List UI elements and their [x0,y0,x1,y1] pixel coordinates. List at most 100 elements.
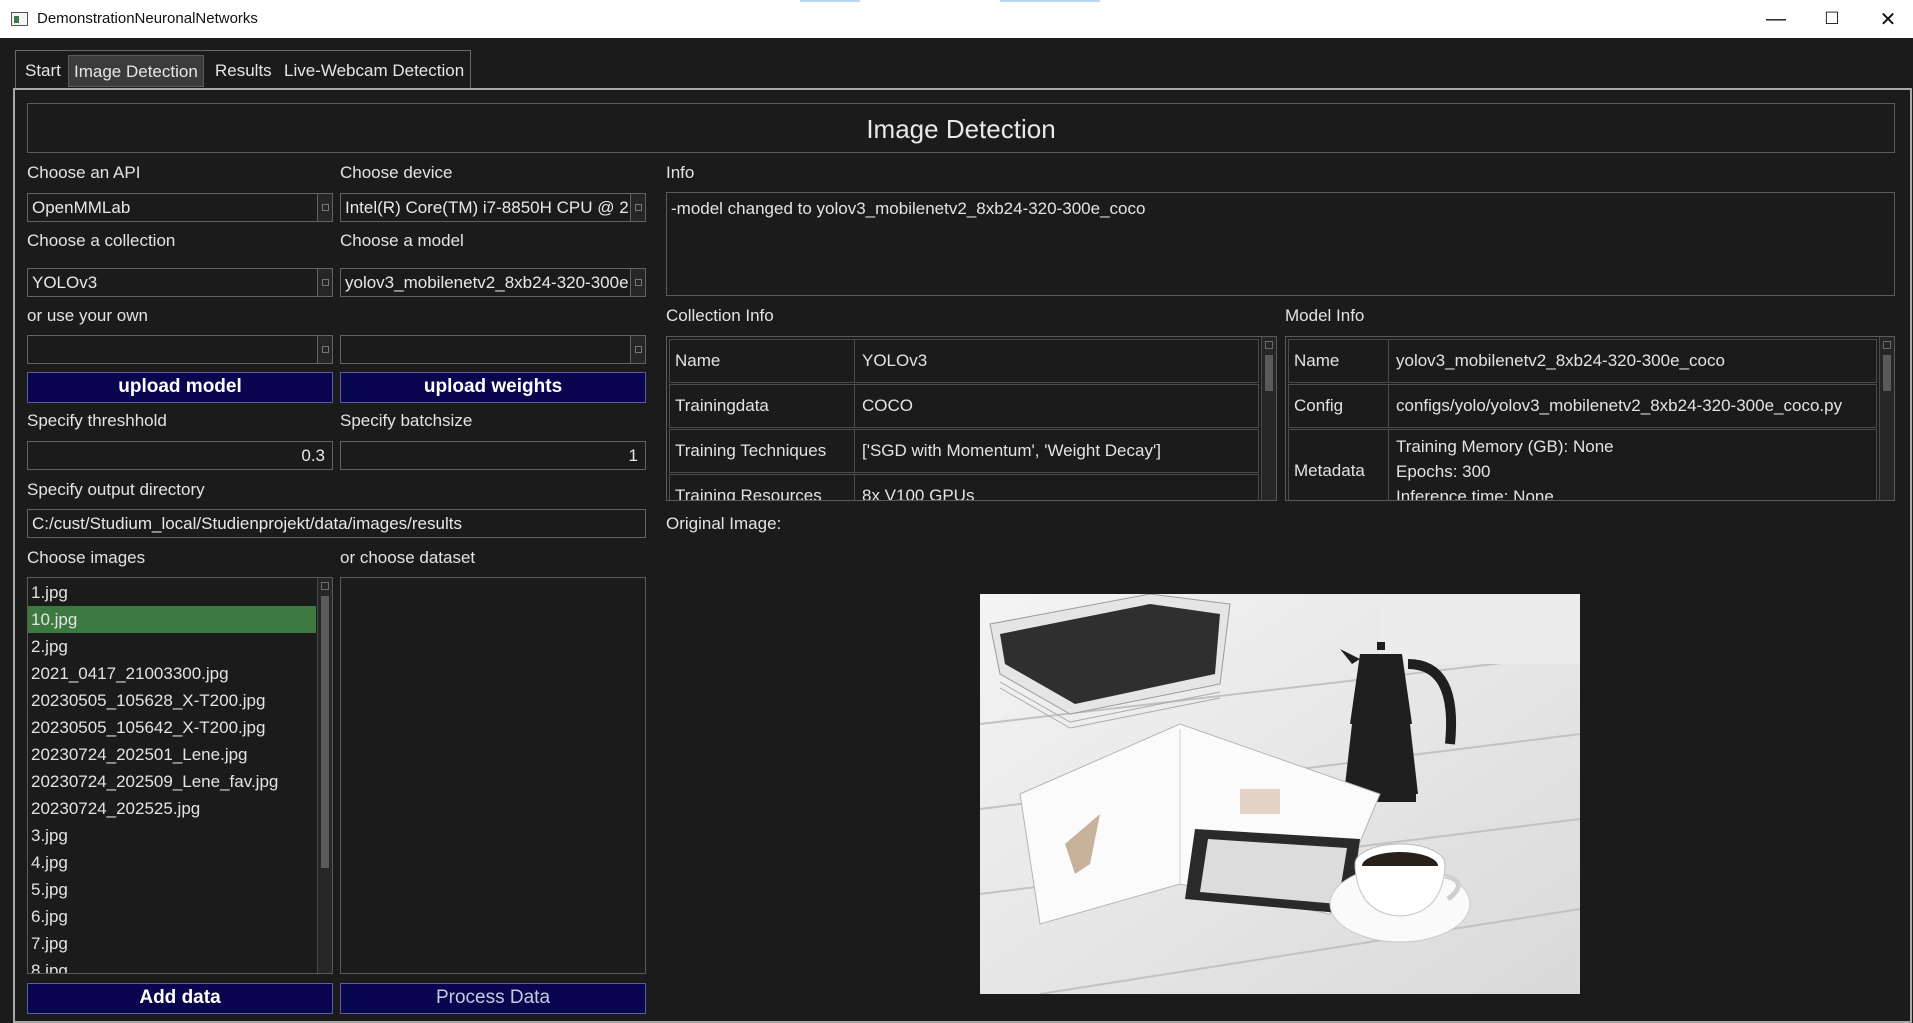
images-label: Choose images [27,548,146,567]
table-row: Name yolov3_mobilenetv2_8xb24-320-300e_c… [1288,339,1877,383]
model-select-value: yolov3_mobilenetv2_8xb24-320-300e [345,273,629,292]
title-accent-strip [1000,0,1100,2]
original-image-label: Original Image: [666,514,782,533]
close-icon[interactable]: ✕ [1860,0,1913,38]
api-select[interactable]: OpenMMLab [27,193,333,222]
list-item[interactable]: 20230505_105642_X-T200.jpg [28,714,316,741]
device-select[interactable]: Intel(R) Core(TM) i7-8850H CPU @ 2 [340,193,646,222]
images-list[interactable]: 1.jpg 10.jpg 2.jpg 2021_0417_21003300.jpg 20… [27,577,333,974]
model-info-table: Name yolov3_mobilenetv2_8xb24-320-300e_c… [1285,336,1895,501]
list-item[interactable]: 2.jpg [28,633,316,660]
api-select-value: OpenMMLab [32,198,131,217]
tab-start[interactable]: Start [20,55,66,87]
list-item[interactable]: 1.jpg [28,579,316,606]
collection-select[interactable]: YOLOv3 [27,268,333,297]
list-item[interactable]: 6.jpg [28,903,316,930]
dataset-list[interactable] [340,577,646,974]
images-list-items: 1.jpg 10.jpg 2.jpg 2021_0417_21003300.jpg 20… [28,579,316,973]
collection-info-scrollbar[interactable] [1261,337,1276,500]
scroll-thumb[interactable] [321,596,329,868]
images-scrollbar[interactable] [317,578,332,973]
dropdown-arrow-icon[interactable] [317,269,332,296]
table-row: Config configs/yolo/yolov3_mobilenetv2_8… [1288,384,1877,428]
dropdown-arrow-icon[interactable] [317,194,332,221]
metadata-line: Epochs: 300 [1396,461,1491,481]
upload-weights-button[interactable]: upload weights [340,372,646,403]
table-key: Training Resources [670,475,855,500]
own-model-select[interactable] [27,335,333,364]
table-row: Training Techniques ['SGD with Momentum'… [669,429,1259,473]
dropdown-arrow-icon[interactable] [630,194,645,221]
own-model-label: or use your own [27,306,148,325]
list-item[interactable]: 7.jpg [28,930,316,957]
batchsize-label: Specify batchsize [340,411,473,430]
process-data-button[interactable]: Process Data [340,983,646,1014]
scroll-up-icon[interactable] [321,582,329,590]
list-item[interactable]: 20230724_202525.jpg [28,795,316,822]
info-text: -model changed to yolov3_mobilenetv2_8xb… [671,199,1146,218]
list-item[interactable]: 8.jpg [28,957,316,973]
output-dir-input[interactable]: C:/cust/Studium_local/Studienprojekt/dat… [27,509,646,538]
maximize-icon[interactable]: ☐ [1804,0,1860,38]
scroll-up-icon[interactable] [1883,341,1891,349]
api-label: Choose an API [27,163,141,182]
table-key: Name [1289,340,1389,382]
model-select[interactable]: yolov3_mobilenetv2_8xb24-320-300e [340,268,646,297]
scroll-up-icon[interactable] [1265,341,1273,349]
device-select-value: Intel(R) Core(TM) i7-8850H CPU @ 2 [345,198,629,217]
list-item[interactable]: 20230505_105628_X-T200.jpg [28,687,316,714]
tab-bar: Start Image Detection Results Live-Webca… [15,50,471,88]
table-key: Config [1289,385,1389,427]
table-row: Trainingdata COCO [669,384,1259,428]
table-value: 8x V100 GPUs [862,486,975,501]
table-value: yolov3_mobilenetv2_8xb24-320-300e_coco [1396,351,1725,370]
table-key: Training Techniques [670,430,855,472]
table-row: Metadata Training Memory (GB): None Epoc… [1288,429,1877,501]
threshold-label: Specify threshhold [27,411,167,430]
list-item[interactable]: 4.jpg [28,849,316,876]
table-value: COCO [862,396,913,415]
title-accent-strip [800,0,860,2]
metadata-value: Training Memory (GB): None Epochs: 300 I… [1392,430,1614,501]
table-value: configs/yolo/yolov3_mobilenetv2_8xb24-32… [1396,396,1843,415]
batchsize-spinbox[interactable]: 1 [340,441,646,470]
dataset-label: or choose dataset [340,548,476,567]
list-item[interactable]: 20230724_202509_Lene_fav.jpg [28,768,316,795]
app-icon [11,12,28,26]
collection-label: Choose a collection [27,231,176,250]
window-title: DemonstrationNeuronalNetworks [37,10,258,27]
dropdown-arrow-icon[interactable] [630,269,645,296]
dropdown-arrow-icon[interactable] [317,336,332,363]
collection-select-value: YOLOv3 [32,273,98,292]
upload-model-button[interactable]: upload model [27,372,333,403]
device-label: Choose device [340,163,453,182]
list-item[interactable]: 2021_0417_21003300.jpg [28,660,316,687]
table-value: ['SGD with Momentum', 'Weight Decay'] [862,441,1161,460]
tab-live-webcam-detection[interactable]: Live-Webcam Detection [279,55,469,87]
model-info-scrollbar[interactable] [1879,337,1894,500]
table-key: Trainingdata [670,385,855,427]
tab-image-detection[interactable]: Image Detection [68,55,204,87]
table-row: Name YOLOv3 [669,339,1259,383]
scroll-thumb[interactable] [1265,355,1273,391]
metadata-line: Inference time: None [1396,486,1554,501]
collection-info-label: Collection Info [666,306,774,325]
minimize-icon[interactable]: — [1748,0,1804,38]
scroll-thumb[interactable] [1883,355,1891,391]
list-item[interactable]: 5.jpg [28,876,316,903]
original-image-photo [980,594,1580,994]
list-item[interactable]: 3.jpg [28,822,316,849]
table-value: YOLOv3 [862,351,928,370]
page-title: Image Detection [27,103,1895,153]
model-info-label: Model Info [1285,306,1365,325]
own-weights-select[interactable] [340,335,646,364]
add-data-button[interactable]: Add data [27,983,333,1014]
tab-results[interactable]: Results [210,55,277,87]
dropdown-arrow-icon[interactable] [630,336,645,363]
collection-info-table: Name YOLOv3 Trainingdata COCO Training T… [666,336,1277,501]
original-image [980,594,1580,994]
list-item[interactable]: 20230724_202501_Lene.jpg [28,741,316,768]
threshold-spinbox[interactable]: 0.3 [27,441,333,470]
model-label: Choose a model [340,231,464,250]
list-item[interactable]: 10.jpg [28,606,316,633]
